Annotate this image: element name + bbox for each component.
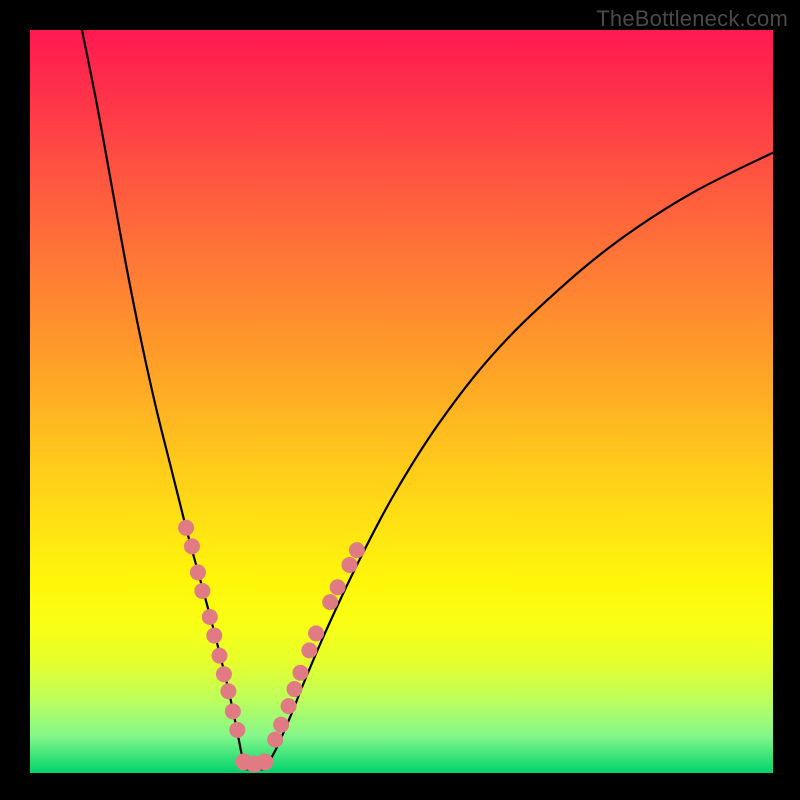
data-dot [220,683,236,699]
data-dot [322,594,338,610]
data-dot [287,681,303,697]
plot-area [30,30,773,773]
data-dot [229,722,245,738]
data-dots [178,520,365,773]
data-dot [178,520,194,536]
data-dot [341,557,357,573]
data-dot [273,717,289,733]
data-dot [308,625,324,641]
data-dot [301,642,317,658]
data-dot [267,732,283,748]
data-dot [184,538,200,554]
data-dot [256,753,273,770]
data-dot [349,542,365,558]
data-dot [292,665,308,681]
right-curve [264,153,773,770]
data-dot [216,666,232,682]
data-dot [211,648,227,664]
data-dot [202,609,218,625]
data-dot [194,583,210,599]
data-dot [225,703,241,719]
data-dot [330,579,346,595]
watermark-label: TheBottleneck.com [596,6,788,32]
chart-svg [30,30,773,773]
data-dot [206,628,222,644]
data-dot [281,698,297,714]
data-dot [190,564,206,580]
